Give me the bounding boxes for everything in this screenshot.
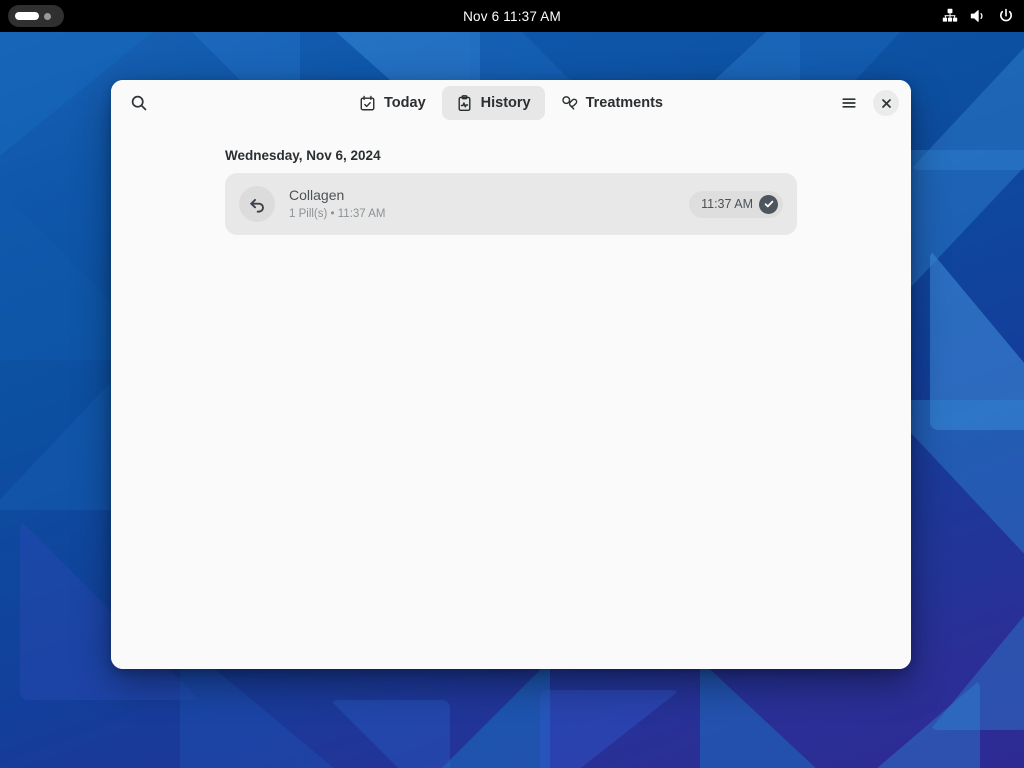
header-bar: Today History Treatments [111, 80, 911, 126]
tab-today[interactable]: Today [345, 86, 440, 120]
check-circle-icon [759, 194, 778, 214]
menu-button[interactable] [833, 87, 865, 119]
tab-treatments[interactable]: Treatments [547, 86, 677, 120]
medication-name: Collagen [289, 187, 345, 204]
volume-icon[interactable] [970, 8, 986, 24]
pills-icon [561, 95, 578, 112]
undo-arrow-icon[interactable] [239, 186, 275, 222]
app-window: Today History Treatments Wednesday, Nov … [111, 80, 911, 669]
date-heading: Wednesday, Nov 6, 2024 [225, 148, 381, 163]
status-badge[interactable]: 11:37 AM [689, 190, 783, 218]
tab-history[interactable]: History [441, 86, 545, 120]
status-badge-time: 11:37 AM [701, 197, 753, 211]
tab-treatments-label: Treatments [585, 95, 663, 111]
power-icon[interactable] [998, 8, 1014, 24]
view-switcher: Today History Treatments [111, 86, 911, 120]
network-wired-icon[interactable] [942, 8, 958, 24]
list-item[interactable]: Collagen 1 Pill(s) • 11:37 AM 11:37 AM [225, 173, 797, 235]
workspace-indicator[interactable] [8, 5, 64, 27]
calendar-check-icon [359, 95, 376, 112]
header-actions [833, 87, 899, 119]
tab-history-label: History [480, 95, 531, 111]
desktop: Nov 6 11:37 AM Today History Treatments … [0, 0, 1024, 768]
system-tray [942, 8, 1014, 24]
gnome-top-bar: Nov 6 11:37 AM [0, 0, 1024, 32]
search-button[interactable] [123, 87, 155, 119]
close-button[interactable] [873, 90, 899, 116]
medication-details: 1 Pill(s) • 11:37 AM [289, 207, 386, 220]
history-content: Wednesday, Nov 6, 2024 Collagen 1 Pill(s… [111, 126, 911, 669]
tab-today-label: Today [384, 95, 426, 111]
clock[interactable]: Nov 6 11:37 AM [0, 9, 1024, 24]
workspace-active-pill [15, 12, 39, 20]
clipboard-pulse-icon [456, 94, 473, 112]
history-list: Collagen 1 Pill(s) • 11:37 AM 11:37 AM [225, 173, 797, 235]
workspace-dot [44, 12, 51, 20]
list-item-text: Collagen 1 Pill(s) • 11:37 AM [289, 187, 675, 221]
